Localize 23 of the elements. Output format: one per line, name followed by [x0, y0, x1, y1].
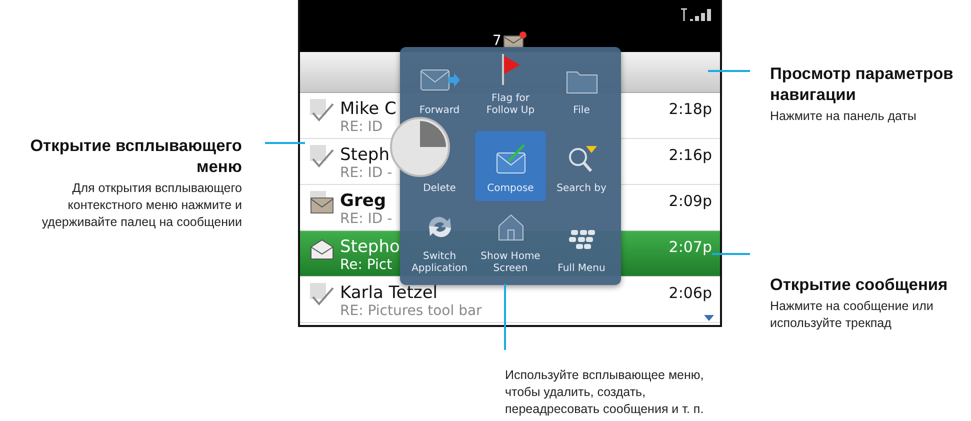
callout-text: Нажмите на панель даты [770, 108, 918, 125]
message-subject: RE: ID [340, 119, 383, 136]
callout-title: Открытие сообщения [770, 275, 949, 296]
sender-name: Steph [340, 145, 390, 165]
sender-name: Mike C [340, 99, 396, 119]
message-subject: RE: ID - [340, 211, 392, 228]
message-time: 2:18p [668, 99, 712, 119]
message-time: 2:06p [668, 283, 712, 303]
message-time: 2:16p [668, 145, 712, 165]
callout-text: Нажмите на сообщение или используйте трекпад [770, 298, 934, 332]
callout-title: Просмотр параметров навигации [770, 64, 954, 106]
message-subject: RE: ID - [340, 165, 392, 182]
callout-text: Для открытия всплывающего контекстного меню нажмите и удерживайте палец на сообщении [40, 180, 242, 231]
message-subject: RE: Pictures tool bar [340, 303, 482, 320]
sender-name: Karla Tetzel [340, 283, 438, 303]
message-time: 2:09p [668, 191, 712, 211]
sender-name: Greg [340, 191, 386, 211]
sender-name: Stepho [340, 237, 400, 257]
unread-count: 7 [492, 33, 502, 49]
callout-title: Открытие всплывающего меню [29, 136, 242, 178]
callout-text: Используйте всплывающее меню, чтобы удалить, создать, переадресовать сообщения и т. п. [505, 367, 705, 418]
message-time: 2:07p [668, 237, 712, 257]
message-subject: Re: Pict [340, 257, 392, 274]
